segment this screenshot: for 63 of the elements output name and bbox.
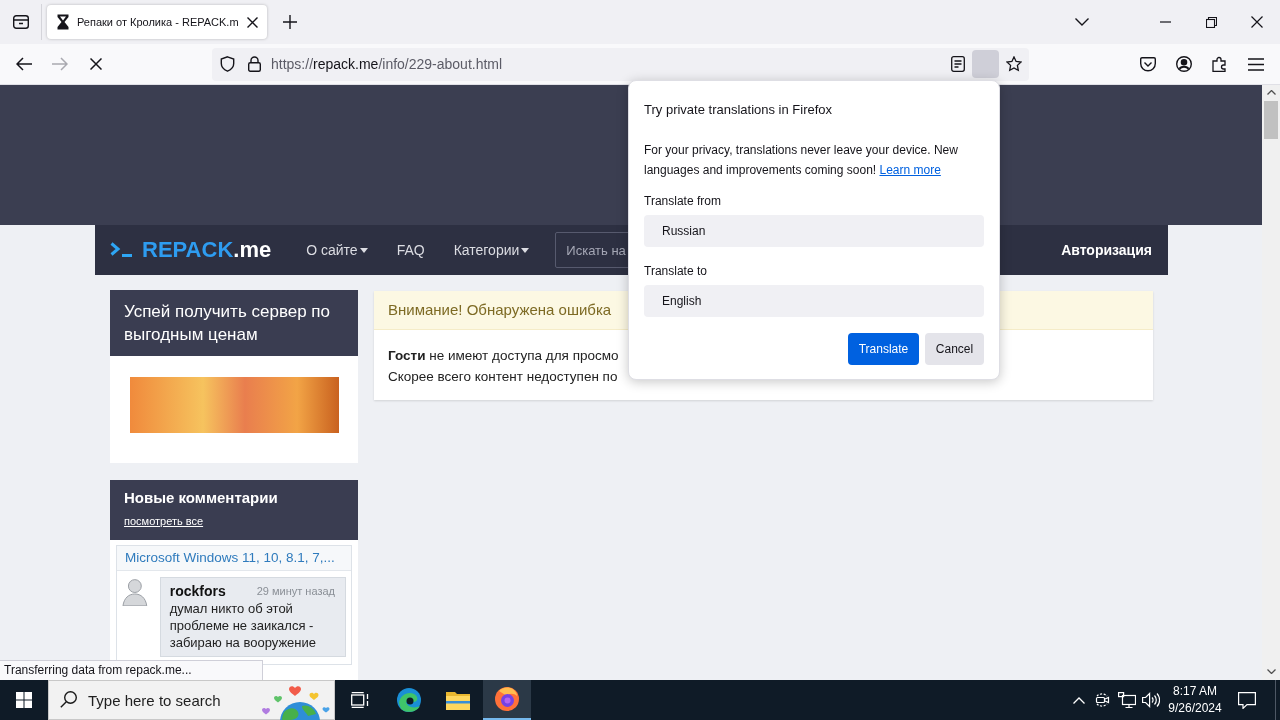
windows-logo-icon[interactable]	[16, 692, 32, 708]
popup-title: Try private translations in Firefox	[644, 102, 834, 118]
cancel-button[interactable]: Cancel	[925, 333, 984, 365]
taskbar-button[interactable]	[483, 680, 531, 720]
pocket-icon[interactable]	[1140, 56, 1156, 72]
login-link[interactable]: Авторизация	[1061, 239, 1152, 261]
task-view-icon	[350, 692, 370, 708]
round-logo-icon	[495, 687, 519, 711]
learn-more-link[interactable]: Learn more	[879, 163, 941, 177]
view-all-link[interactable]: посмотреть все	[124, 511, 204, 531]
menu-icon[interactable]	[1248, 57, 1264, 71]
close-icon[interactable]	[1251, 16, 1263, 28]
site-logo[interactable]: REPACK.me	[142, 237, 272, 263]
speaker-icon[interactable]	[1142, 692, 1160, 708]
minimize-icon[interactable]	[1159, 21, 1171, 23]
privacy-message: For your privacy, translations never leave your device. New languages and improvements coming soon! Learn more	[644, 142, 959, 179]
swirl-icon	[397, 688, 421, 712]
reader-view-icon[interactable]	[951, 56, 965, 72]
search-icon	[60, 691, 77, 708]
folder-icon	[446, 690, 470, 710]
clock-date[interactable]: 9/26/2024	[1168, 700, 1222, 717]
shield-icon[interactable]	[220, 56, 235, 72]
prompt-icon	[110, 242, 132, 258]
lock-icon[interactable]	[248, 56, 261, 72]
puzzle-piece-icon[interactable]	[1212, 56, 1228, 72]
network-icon[interactable]	[1118, 692, 1136, 708]
status-bar: Transferring data from repack.me...	[0, 660, 263, 680]
globe-hearts-icon	[260, 684, 332, 720]
translate-action-button[interactable]: Translate	[848, 333, 919, 365]
browser-tab[interactable]: Репаки от Кролика - REPACK.m	[47, 5, 267, 39]
comment-text: думал никто об этой проблеме не заикался - забираю на вооружение	[169, 600, 317, 651]
chevron-down-icon[interactable]	[1075, 18, 1089, 26]
tray-icon[interactable]	[12, 15, 29, 29]
caret-down-icon	[521, 247, 530, 253]
clock-time[interactable]: 8:17 AM	[1173, 683, 1217, 700]
stop-icon[interactable]	[90, 58, 102, 70]
alert-message: Гости не имеют доступа для просмо	[388, 347, 619, 365]
nav-link[interactable]: FAQ	[396, 239, 425, 261]
star-icon[interactable]	[1006, 56, 1022, 72]
alert-message: Скорее всего контент недоступен по	[388, 368, 618, 386]
account-icon[interactable]	[1176, 56, 1192, 72]
plus-icon[interactable]	[283, 15, 297, 29]
language-select[interactable]: English	[644, 285, 984, 317]
chevron-up-icon[interactable]	[1073, 696, 1085, 704]
comment-time: 29 минут назад	[256, 583, 335, 599]
promo-heading: Успей получить сервер по выгодным ценам	[110, 290, 358, 356]
scrollbar[interactable]	[1262, 85, 1280, 680]
close-tab-icon[interactable]	[247, 16, 258, 28]
back-arrow-icon[interactable]	[16, 57, 32, 71]
taskbar-search-field[interactable]: Type here to search	[48, 680, 335, 720]
address-bar[interactable]: https://repack.me/info/229-about.html	[212, 47, 1029, 81]
scrollbar-thumb[interactable]	[1264, 101, 1278, 139]
nav-link[interactable]: О сайте	[306, 239, 368, 261]
restore-icon[interactable]	[1205, 16, 1217, 28]
comments-title: Новые комментарии	[124, 488, 278, 508]
language-select[interactable]: Russian	[644, 215, 984, 247]
caret-down-icon	[359, 247, 368, 253]
comment-author[interactable]: rockfors	[169, 580, 226, 602]
field-label: Translate from	[644, 193, 722, 209]
notification-icon[interactable]	[1238, 691, 1256, 709]
nav-link[interactable]: Категории	[453, 239, 530, 261]
avatar-icon	[121, 578, 148, 606]
camera-icon[interactable]	[1095, 692, 1111, 708]
